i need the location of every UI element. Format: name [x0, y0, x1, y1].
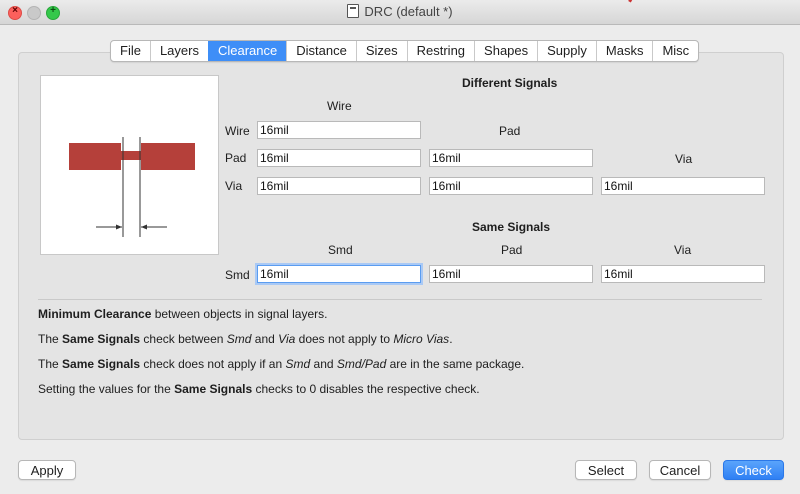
tab-bar: File Layers Clearance Distance Sizes Res…	[110, 40, 700, 62]
col-smd-label: Smd	[328, 243, 353, 257]
note-2-i3: Micro Vias	[393, 332, 450, 346]
separator	[38, 299, 762, 300]
note-4-bold: Same Signals	[174, 382, 253, 396]
tab-misc[interactable]: Misc	[652, 41, 698, 61]
note-same-package: The Same Signals check does not apply if…	[38, 357, 524, 371]
note-3-b: check does not apply if an	[140, 357, 286, 371]
tab-layers[interactable]: Layers	[149, 41, 208, 61]
note-3-i2: Smd/Pad	[336, 357, 387, 371]
via-wire-field[interactable]: 16mil	[257, 177, 421, 195]
note-2-e: .	[449, 332, 453, 346]
window-title-wrap: DRC (default *)	[0, 0, 800, 24]
wire-wire-field[interactable]: 16mil	[257, 121, 421, 139]
tab-shapes[interactable]: Shapes	[474, 41, 537, 61]
clearance-preview-image	[40, 75, 219, 255]
note-4-a: Setting the values for the	[38, 382, 175, 396]
same-col-via-label: Via	[674, 243, 692, 257]
note-3-c: and	[310, 357, 337, 371]
window-title: DRC (default *)	[364, 4, 453, 19]
note-3-d: are in the same package.	[386, 357, 525, 371]
cancel-button[interactable]: Cancel	[649, 460, 711, 480]
note-2-a: The	[38, 332, 63, 346]
note-micro-vias: The Same Signals check between Smd and V…	[38, 332, 453, 346]
same-signals-heading: Same Signals	[472, 220, 551, 234]
col-via-label: Via	[675, 152, 693, 166]
note-minimum-clearance: Minimum Clearance between objects in sig…	[38, 307, 327, 321]
row-pad-label: Pad	[225, 151, 247, 165]
left-arrow-head	[116, 224, 122, 230]
different-signals-heading: Different Signals	[462, 76, 558, 90]
col-pad-label: Pad	[499, 124, 521, 138]
note-2-d: does not apply to	[295, 332, 394, 346]
row-via-label: Via	[225, 179, 243, 193]
note-2-b: check between	[140, 332, 227, 346]
left-wire-shape	[69, 143, 121, 170]
tab-file[interactable]: File	[111, 41, 150, 61]
check-button[interactable]: Check	[723, 460, 784, 480]
note-3-a: The	[38, 357, 63, 371]
row-smd-label: Smd	[225, 268, 250, 282]
smd-via-field[interactable]: 16mil	[601, 265, 765, 283]
note-2-bold: Same Signals	[62, 332, 141, 346]
select-button[interactable]: Select	[575, 460, 637, 480]
note-3-bold: Same Signals	[62, 357, 141, 371]
smd-smd-field[interactable]: 16mil	[257, 265, 421, 283]
via-via-field[interactable]: 16mil	[601, 177, 765, 195]
col-wire-label: Wire	[327, 99, 352, 113]
note-2-i2: Via	[278, 332, 296, 346]
pad-wire-field[interactable]: 16mil	[257, 149, 421, 167]
pad-pad-field[interactable]: 16mil	[429, 149, 593, 167]
title-bar: × + DRC (default *)	[0, 0, 800, 25]
via-pad-field[interactable]: 16mil	[429, 177, 593, 195]
document-icon	[347, 4, 360, 18]
clearance-diagram	[69, 137, 195, 237]
same-col-pad-label: Pad	[501, 243, 523, 257]
note-2-i1: Smd	[226, 332, 252, 346]
note-disable-check: Setting the values for the Same Signals …	[38, 382, 480, 396]
tab-supply[interactable]: Supply	[537, 41, 596, 61]
tab-distance[interactable]: Distance	[286, 41, 356, 61]
note-1-bold: Minimum Clearance	[38, 307, 152, 321]
smd-pad-field[interactable]: 16mil	[429, 265, 593, 283]
note-3-i1: Smd	[285, 357, 311, 371]
tab-restring[interactable]: Restring	[406, 41, 474, 61]
note-2-c: and	[251, 332, 279, 346]
note-4-b: checks to 0 disables the respective chec…	[252, 382, 480, 396]
tab-sizes[interactable]: Sizes	[355, 41, 407, 61]
center-wire-shape	[121, 151, 141, 160]
note-1-text: between objects in signal layers.	[151, 307, 328, 321]
row-wire-label: Wire	[225, 124, 250, 138]
tab-masks[interactable]: Masks	[595, 41, 653, 61]
right-arrow-head	[141, 224, 147, 230]
tab-clearance[interactable]: Clearance	[207, 41, 287, 61]
apply-button[interactable]: Apply	[18, 460, 76, 480]
right-wire-shape	[141, 143, 195, 170]
